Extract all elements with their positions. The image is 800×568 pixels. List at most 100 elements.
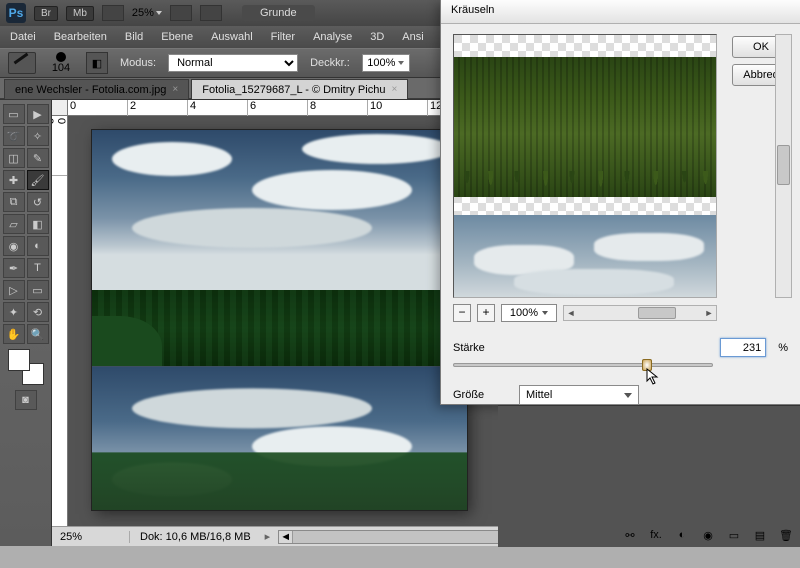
arrange-docs-icon[interactable] (200, 5, 222, 21)
opacity-label: Deckkr.: (310, 57, 350, 69)
scroll-left-icon[interactable]: ◄ (564, 308, 578, 318)
toolbox: ▭ ▶ ➰ ✧ ◫ ✎ ✚ 🖌 ⧉ ↺ ▱ ◧ ◉ ◐ ✒ T ▷ ▭ ✦ ⟲ … (0, 100, 52, 546)
gradient-tool-icon[interactable]: ◧ (27, 214, 49, 234)
color-swatches[interactable] (9, 350, 43, 384)
eraser-tool-icon[interactable]: ▱ (3, 214, 25, 234)
close-icon[interactable]: × (172, 84, 178, 95)
3d-tool-icon[interactable]: ✦ (3, 302, 25, 322)
tab-label: Fotolia_15279687_L - © Dmitry Pichu (202, 84, 385, 96)
history-brush-tool-icon[interactable]: ↺ (27, 192, 49, 212)
brush-tool-preset-icon[interactable] (8, 52, 36, 74)
new-layer-icon[interactable]: ▤ (752, 529, 768, 543)
zoom-tool-icon[interactable]: 🔍 (27, 324, 49, 344)
adjustment-layer-icon[interactable]: ◉ (700, 529, 716, 543)
status-zoom[interactable]: 25% (52, 531, 130, 543)
scroll-right-icon[interactable]: ► (702, 308, 716, 318)
brush-tool-icon[interactable]: 🖌 (27, 170, 49, 190)
preview-vscrollbar[interactable] (775, 34, 792, 298)
link-layers-icon[interactable]: ⚯ (622, 529, 638, 543)
strength-slider[interactable] (453, 363, 713, 367)
clone-tool-icon[interactable]: ⧉ (3, 192, 25, 212)
quickmask-icon[interactable]: ◙ (15, 390, 37, 410)
move-tool-icon[interactable]: ▭ (3, 104, 25, 124)
bridge-button[interactable]: Br (34, 6, 58, 21)
zoom-out-button[interactable]: − (453, 304, 471, 322)
dodge-tool-icon[interactable]: ◐ (27, 236, 49, 256)
menu-3d[interactable]: 3D (370, 31, 384, 43)
brush-size-value: 104 (48, 62, 74, 74)
type-tool-icon[interactable]: T (27, 258, 49, 278)
close-icon[interactable]: × (391, 84, 397, 95)
preview-hscrollbar[interactable]: ◄ ► (563, 305, 717, 321)
healing-tool-icon[interactable]: ✚ (3, 170, 25, 190)
3d-camera-tool-icon[interactable]: ⟲ (27, 302, 49, 322)
menu-filter[interactable]: Filter (271, 31, 295, 43)
opacity-input[interactable]: 100% (362, 54, 410, 72)
brush-preview[interactable]: 104 (48, 52, 74, 74)
chevron-down-icon (398, 61, 404, 65)
tab-label: ene Wechsler - Fotolia.com.jpg (15, 84, 166, 96)
strength-input[interactable] (720, 338, 766, 357)
pen-tool-icon[interactable]: ✒ (3, 258, 25, 278)
status-docinfo[interactable]: Dok: 10,6 MB/16,8 MB (130, 531, 261, 543)
chevron-right-icon[interactable]: ▸ (261, 530, 275, 543)
preview-zoom-value: 100% (510, 307, 538, 319)
zoom-level-select[interactable]: 25% (132, 7, 162, 19)
hand-tool-icon[interactable]: ✋ (3, 324, 25, 344)
app-logo-icon: Ps (6, 3, 26, 23)
layers-panel-footer: ⚯ fx. ◐ ◉ ▭ ▤ 🗑 (622, 529, 794, 543)
layer-mask-icon[interactable]: ◐ (674, 529, 690, 543)
crop-tool-icon[interactable]: ◫ (3, 148, 25, 168)
menu-analyse[interactable]: Analyse (313, 31, 352, 43)
scroll-left-icon[interactable]: ◄ (279, 531, 293, 543)
size-select[interactable]: Mittel (519, 385, 639, 405)
blend-mode-select[interactable]: Normal (168, 54, 298, 72)
opacity-value: 100% (367, 57, 395, 69)
scrollbar-thumb[interactable] (777, 145, 790, 185)
strength-label: Stärke (453, 342, 507, 354)
zoom-level-value: 25% (132, 7, 154, 19)
layer-fx-icon[interactable]: fx. (648, 529, 664, 543)
size-label: Größe (453, 389, 507, 401)
screen-mode-icon[interactable] (102, 5, 124, 21)
new-group-icon[interactable]: ▭ (726, 529, 742, 543)
preview-zoom-select[interactable]: 100% (501, 304, 557, 322)
strength-unit: % (778, 342, 788, 354)
menu-ansicht[interactable]: Ansi (402, 31, 423, 43)
delete-layer-icon[interactable]: 🗑 (778, 529, 794, 543)
ripple-dialog: Kräuseln OK Abbred − + 100% ◄ ► (440, 0, 800, 405)
path-select-tool-icon[interactable]: ▷ (3, 280, 25, 300)
layers-panel-area: ⚯ fx. ◐ ◉ ▭ ▤ 🗑 (498, 405, 800, 547)
shape-tool-icon[interactable]: ▭ (27, 280, 49, 300)
view-extras-icon[interactable] (170, 5, 192, 21)
foreground-color-swatch[interactable] (9, 350, 29, 370)
blur-tool-icon[interactable]: ◉ (3, 236, 25, 256)
document-canvas[interactable] (92, 130, 467, 510)
minibridge-button[interactable]: Mb (66, 6, 94, 21)
magic-wand-tool-icon[interactable]: ✧ (27, 126, 49, 146)
mode-label: Modus: (120, 57, 156, 69)
menu-bild[interactable]: Bild (125, 31, 143, 43)
menu-auswahl[interactable]: Auswahl (211, 31, 253, 43)
lasso-tool-icon[interactable]: ➰ (3, 126, 25, 146)
ruler-vertical[interactable]: 0246810 (52, 116, 68, 546)
marquee-tool-icon[interactable]: ▶ (27, 104, 49, 124)
menu-bearbeiten[interactable]: Bearbeiten (54, 31, 107, 43)
chevron-down-icon (542, 311, 548, 315)
scrollbar-thumb[interactable] (638, 307, 676, 319)
workspace-switcher[interactable]: Grunde (242, 5, 315, 21)
tab-doc-1[interactable]: Fotolia_15279687_L - © Dmitry Pichu × (191, 79, 408, 99)
ruler-origin[interactable] (52, 100, 68, 116)
brush-panel-toggle-icon[interactable]: ◧ (86, 52, 108, 74)
slider-knob[interactable] (642, 359, 652, 371)
dialog-title: Kräuseln (441, 0, 800, 24)
tab-doc-0[interactable]: ene Wechsler - Fotolia.com.jpg × (4, 79, 189, 99)
menu-ebene[interactable]: Ebene (161, 31, 193, 43)
chevron-down-icon (624, 393, 632, 398)
filter-preview[interactable] (453, 34, 717, 298)
size-value: Mittel (526, 389, 552, 401)
zoom-in-button[interactable]: + (477, 304, 495, 322)
menu-datei[interactable]: Datei (10, 31, 36, 43)
chevron-down-icon (156, 11, 162, 15)
eyedropper-tool-icon[interactable]: ✎ (27, 148, 49, 168)
